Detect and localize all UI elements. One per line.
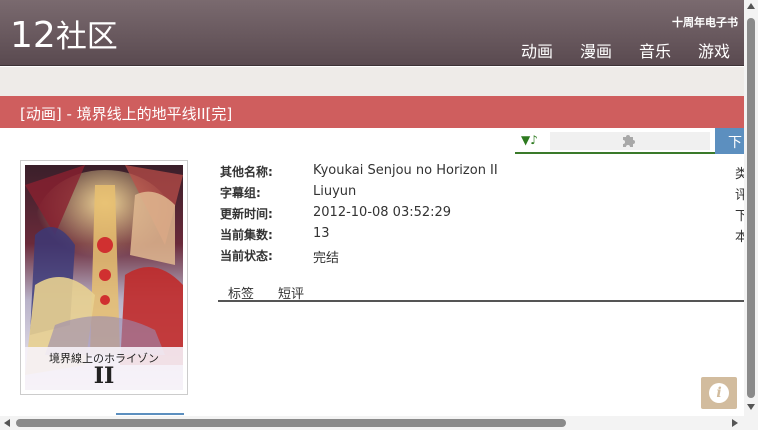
info-side-text: 类 <box>735 167 744 182</box>
horizontal-scrollbar[interactable] <box>0 416 744 430</box>
tab-tags[interactable]: 标签 <box>228 283 254 302</box>
puzzle-plugin-icon <box>620 131 638 154</box>
vertical-scrollbar[interactable] <box>744 0 758 416</box>
logo-text: 社区 <box>55 19 118 55</box>
info-side-text: 本 <box>735 230 744 245</box>
page: 12社区 十周年电子书 动画 漫画 音乐 游戏 [动画] - 境界线上的地平线I… <box>0 0 758 430</box>
info-value: Kyoukai Senjou no Horizon II <box>313 163 498 178</box>
scroll-down-arrow-icon[interactable] <box>747 404 755 410</box>
nav-music[interactable]: 音乐 <box>639 38 671 62</box>
info-value: Liuyun <box>313 184 357 199</box>
info-label: 当前集数: <box>220 228 273 242</box>
info-side-text: 评 <box>735 188 744 203</box>
info-label: 当前状态: <box>220 249 273 263</box>
nav-games[interactable]: 游戏 <box>698 38 730 62</box>
info-label: 其他名称: <box>220 165 273 179</box>
tab-short-reviews[interactable]: 短评 <box>278 283 304 302</box>
scroll-left-arrow-icon[interactable] <box>4 419 10 427</box>
info-row-other-name: 其他名称: Kyoukai Senjou no Horizon II 类 <box>220 163 744 184</box>
info-value: 13 <box>313 226 330 241</box>
link-underline[interactable] <box>116 413 184 415</box>
info-label: 字幕组: <box>220 186 261 200</box>
scrollbar-corner <box>744 416 758 430</box>
site-header: 12社区 十周年电子书 动画 漫画 音乐 游戏 <box>0 0 744 66</box>
poster-numeral: II <box>94 363 115 389</box>
title-bar: [动画] - 境界线上的地平线II[完] <box>0 96 744 128</box>
horizontal-scroll-thumb[interactable] <box>16 419 566 427</box>
info-side-text: 下 <box>735 209 744 224</box>
music-player[interactable]: ▼♪ <box>515 130 715 154</box>
info-row-update-time: 更新时间: 2012-10-08 03:52:29 下 <box>220 205 744 226</box>
poster-artwork: 境界線上のホライゾン II <box>25 165 183 390</box>
vertical-scroll-thumb[interactable] <box>747 18 755 398</box>
nav-anime[interactable]: 动画 <box>521 38 553 62</box>
logo-number: 12 <box>10 15 56 56</box>
anime-info-table: 其他名称: Kyoukai Senjou no Horizon II 类 字幕组… <box>220 163 744 268</box>
nav-manga[interactable]: 漫画 <box>580 38 612 62</box>
site-logo[interactable]: 12社区 <box>10 14 118 59</box>
info-row-status: 当前状态: 完结 <box>220 247 744 268</box>
info-row-subtitle-group: 字幕组: Liuyun 评 <box>220 184 744 205</box>
page-title: [动画] - 境界线上的地平线II[完] <box>20 105 233 123</box>
anime-poster[interactable]: 境界線上のホライゾン II <box>20 160 188 395</box>
detail-tabs: 标签 短评 <box>218 281 744 302</box>
music-note-icon[interactable]: ▼♪ <box>521 133 538 147</box>
info-row-episodes: 当前集数: 13 本 <box>220 226 744 247</box>
info-value: 完结 <box>313 251 340 266</box>
anniversary-ebook-link[interactable]: 十周年电子书 <box>672 14 738 30</box>
info-label: 更新时间: <box>220 207 273 221</box>
info-icon: i <box>709 383 729 403</box>
info-value: 2012-10-08 03:52:29 <box>313 205 452 220</box>
info-button[interactable]: i <box>701 377 737 409</box>
sub-bar <box>0 67 744 96</box>
plugin-placeholder <box>550 132 710 150</box>
scroll-up-arrow-icon[interactable] <box>747 3 755 9</box>
main-nav: 动画 漫画 音乐 游戏 <box>521 38 730 62</box>
download-button[interactable]: 下 <box>715 128 744 154</box>
scroll-right-arrow-icon[interactable] <box>732 419 738 427</box>
